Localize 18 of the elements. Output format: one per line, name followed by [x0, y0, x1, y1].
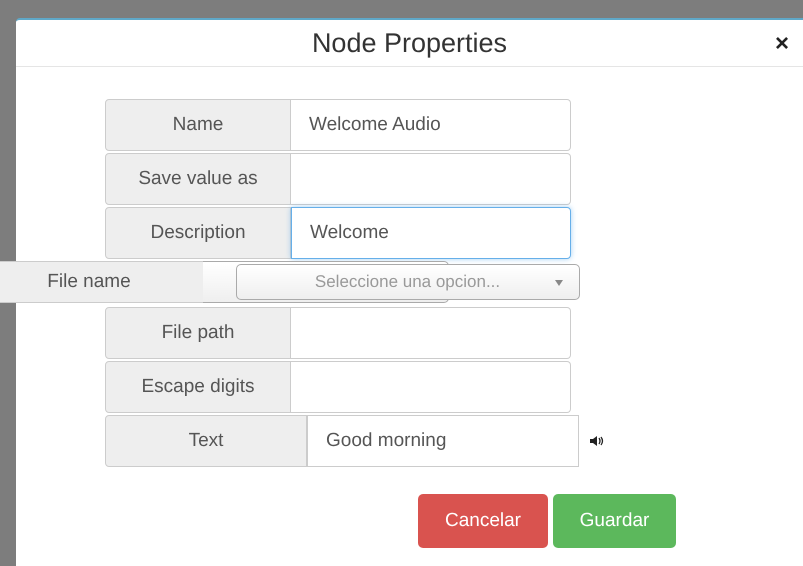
cancel-button[interactable]: Cancelar: [418, 494, 548, 548]
dialog-title: Node Properties: [312, 28, 508, 58]
field-label: Save value as: [105, 153, 291, 205]
field-label: Description: [105, 207, 291, 259]
input-field[interactable]: [291, 307, 571, 359]
input-field[interactable]: [291, 153, 571, 205]
speaker-icon[interactable]: [590, 436, 604, 446]
input-field[interactable]: Good morning: [307, 415, 579, 467]
field-label: Text: [105, 415, 307, 467]
close-button[interactable]: ×: [774, 32, 789, 56]
field-label: Name: [105, 99, 291, 151]
field-label: Escape digits: [105, 361, 291, 413]
caret-icon: [554, 280, 562, 286]
input-field[interactable]: Welcome Audio: [291, 99, 571, 151]
input-field[interactable]: [291, 361, 571, 413]
input-field[interactable]: Welcome: [291, 207, 571, 259]
field-label: File path: [105, 307, 291, 359]
field-label: File name: [0, 261, 202, 303]
